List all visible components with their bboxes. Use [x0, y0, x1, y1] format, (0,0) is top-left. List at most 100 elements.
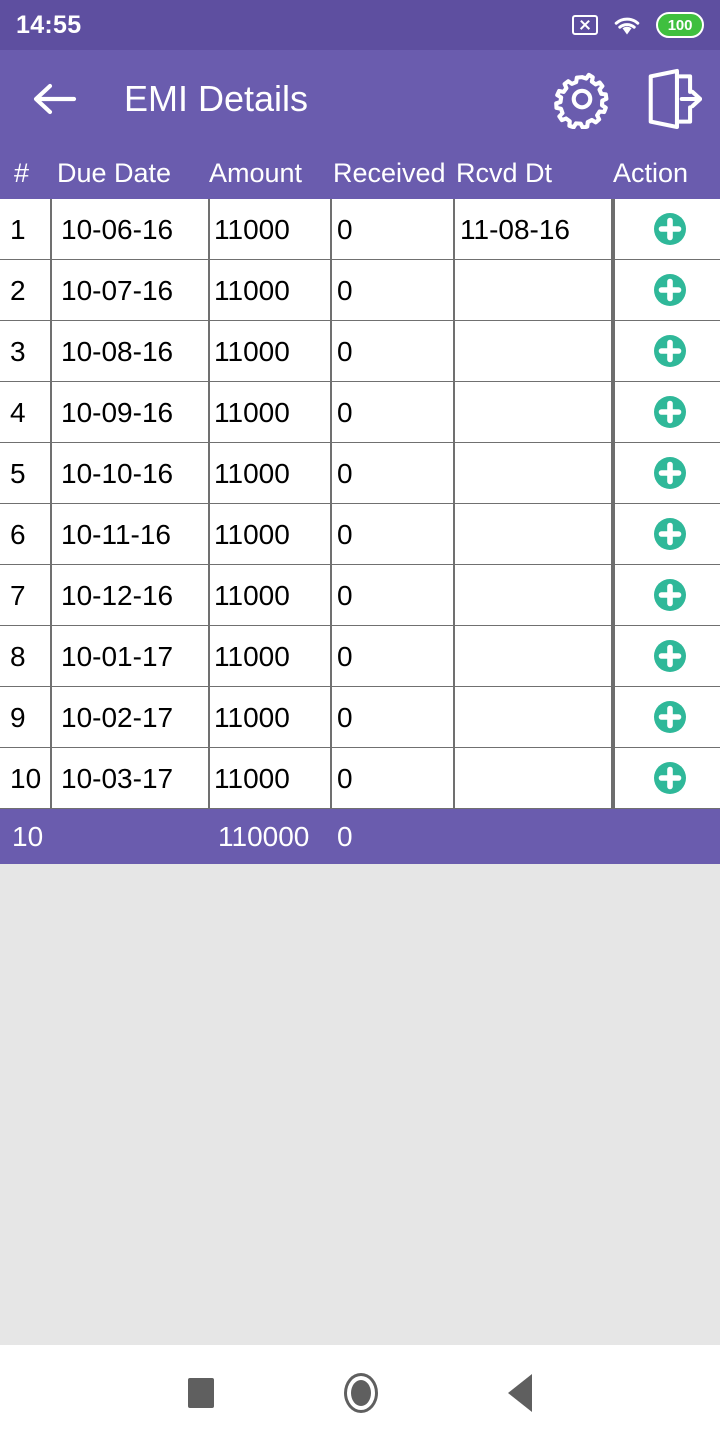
- logout-icon[interactable]: [640, 68, 702, 130]
- column-divider: [330, 565, 332, 626]
- cell-num: 4: [10, 397, 26, 428]
- cell-due-date: 10-09-16: [61, 397, 174, 428]
- column-divider: [50, 687, 52, 748]
- column-divider: [453, 321, 455, 382]
- column-divider: [330, 321, 332, 382]
- column-header-rcvd-dt: Rcvd Dt: [456, 158, 553, 188]
- back-triangle-icon[interactable]: [508, 1373, 532, 1412]
- column-divider: [50, 199, 52, 260]
- column-divider: [208, 748, 210, 809]
- column-divider: [453, 199, 455, 260]
- plus-icon[interactable]: [652, 760, 688, 796]
- column-divider: [208, 443, 210, 504]
- plus-icon[interactable]: [652, 516, 688, 552]
- cell-due-date: 10-03-17: [61, 763, 174, 794]
- cell-amount: 11000: [214, 702, 290, 733]
- plus-icon[interactable]: [652, 699, 688, 735]
- column-divider: [208, 504, 210, 565]
- cell-amount: 11000: [214, 214, 290, 245]
- cell-num: 2: [10, 275, 26, 306]
- column-divider: [208, 565, 210, 626]
- no-sim-icon: [572, 15, 598, 35]
- column-divider: [330, 748, 332, 809]
- plus-icon[interactable]: [652, 333, 688, 369]
- footer-count: 10: [12, 821, 44, 852]
- cell-amount: 11000: [214, 763, 290, 794]
- plus-icon[interactable]: [652, 211, 688, 247]
- cell-num: 8: [10, 641, 26, 672]
- cell-num: 9: [10, 702, 26, 733]
- column-divider: [453, 382, 455, 443]
- plus-icon[interactable]: [652, 638, 688, 674]
- column-divider: [453, 565, 455, 626]
- cell-due-date: 10-07-16: [61, 275, 174, 306]
- cell-received: 0: [337, 397, 353, 428]
- home-circle-icon[interactable]: [344, 1372, 378, 1413]
- column-divider: [330, 382, 332, 443]
- cell-received: 0: [337, 336, 353, 367]
- cell-amount: 11000: [214, 397, 290, 428]
- cell-rcvd-dt: 11-08-16: [460, 214, 571, 245]
- column-divider: [208, 687, 210, 748]
- column-header-received: Received: [333, 158, 446, 188]
- status-bar: 14:55 100: [0, 0, 720, 50]
- column-divider: [330, 443, 332, 504]
- plus-icon[interactable]: [652, 394, 688, 430]
- column-header-amount: Amount: [209, 158, 303, 188]
- cell-due-date: 10-01-17: [61, 641, 174, 672]
- column-header-action: Action: [613, 158, 689, 188]
- table-header-row: # Due Date Amount Received Rcvd Dt Actio…: [0, 147, 720, 199]
- cell-num: 3: [10, 336, 26, 367]
- column-divider: [50, 748, 52, 809]
- column-divider: [453, 626, 455, 687]
- column-divider: [330, 626, 332, 687]
- cell-received: 0: [337, 641, 353, 672]
- app-bar-actions: [552, 68, 702, 130]
- column-divider: [453, 260, 455, 321]
- cell-due-date: 10-06-16: [61, 214, 174, 245]
- column-divider: [453, 443, 455, 504]
- cell-received: 0: [337, 702, 353, 733]
- column-divider: [208, 321, 210, 382]
- column-divider: [330, 504, 332, 565]
- column-divider: [50, 260, 52, 321]
- status-bar-icons: 100: [572, 12, 704, 38]
- cell-received: 0: [337, 458, 353, 489]
- cell-due-date: 10-10-16: [61, 458, 174, 489]
- back-arrow-icon[interactable]: [30, 79, 78, 119]
- cell-amount: 11000: [214, 519, 290, 550]
- cell-num: 1: [10, 214, 26, 245]
- wifi-icon: [614, 17, 640, 35]
- cell-due-date: 10-12-16: [61, 580, 174, 611]
- column-header-num: #: [14, 158, 30, 188]
- cell-amount: 11000: [214, 641, 290, 672]
- cell-received: 0: [337, 214, 353, 245]
- column-divider: [50, 565, 52, 626]
- recents-square-icon[interactable]: [188, 1377, 214, 1408]
- column-divider: [330, 687, 332, 748]
- phone-screen: 14:55 100 EMI Details # Due Date Amount …: [0, 0, 720, 1440]
- status-time: 14:55: [16, 10, 82, 39]
- column-divider: [330, 199, 332, 260]
- plus-icon[interactable]: [652, 272, 688, 308]
- battery-icon: 100: [656, 12, 704, 38]
- gear-icon[interactable]: [552, 69, 612, 129]
- footer-received-total: 0: [337, 821, 353, 852]
- plus-icon[interactable]: [652, 455, 688, 491]
- android-nav-bar: [0, 1345, 720, 1440]
- footer-amount-total: 110000: [218, 821, 310, 852]
- cell-due-date: 10-08-16: [61, 336, 174, 367]
- cell-amount: 11000: [214, 336, 290, 367]
- page-title: EMI Details: [124, 77, 309, 119]
- cell-amount: 11000: [214, 458, 290, 489]
- column-divider: [453, 748, 455, 809]
- cell-num: 10: [10, 763, 42, 794]
- plus-icon[interactable]: [652, 577, 688, 613]
- table-footer-totals: 10 110000 0: [0, 809, 720, 864]
- column-divider: [208, 199, 210, 260]
- column-divider: [208, 260, 210, 321]
- column-divider: [50, 626, 52, 687]
- cell-received: 0: [337, 275, 353, 306]
- action-column-divider: [611, 199, 615, 809]
- cell-received: 0: [337, 580, 353, 611]
